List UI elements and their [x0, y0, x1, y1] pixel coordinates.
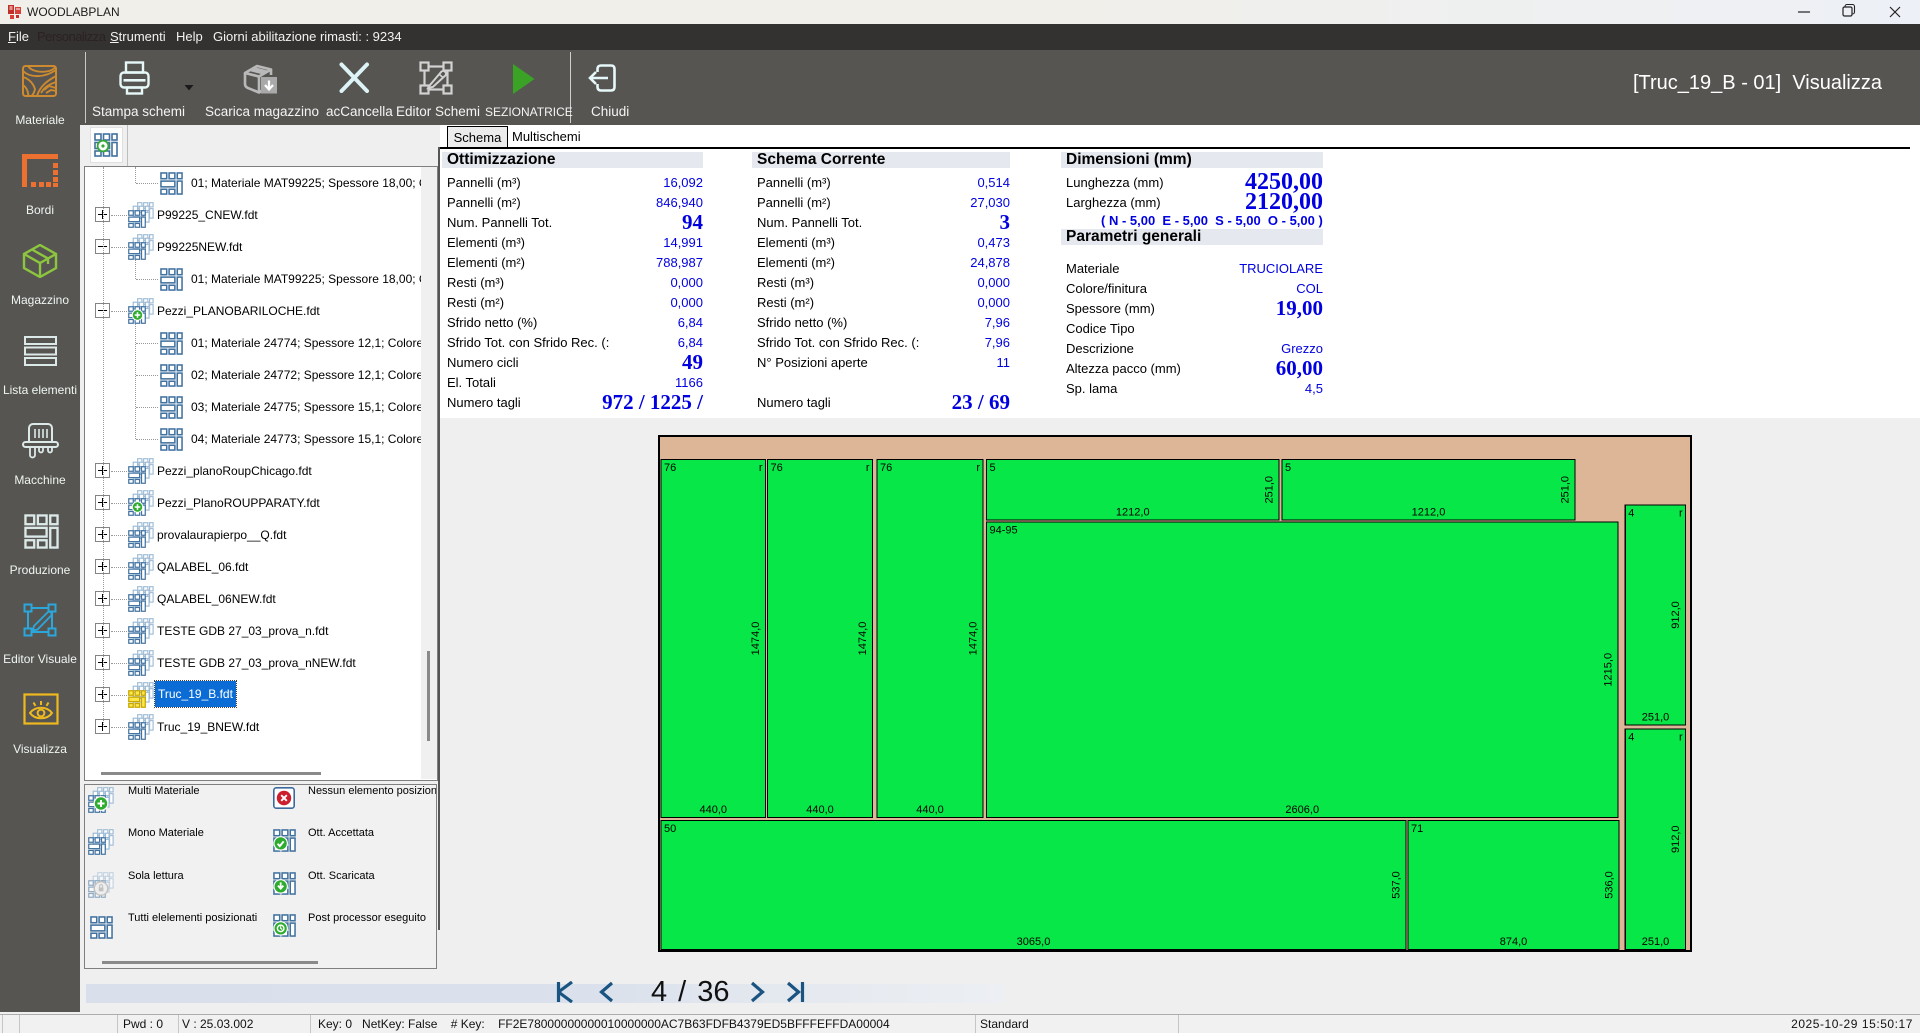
svg-text:r: r — [1679, 732, 1683, 744]
svg-text:3065,0: 3065,0 — [1017, 936, 1051, 948]
svg-text:r: r — [976, 462, 980, 474]
svg-text:440,0: 440,0 — [806, 804, 834, 816]
svg-text:76: 76 — [880, 462, 892, 474]
svg-text:874,0: 874,0 — [1500, 936, 1528, 948]
svg-text:5: 5 — [990, 462, 996, 474]
svg-text:5: 5 — [1285, 462, 1291, 474]
svg-text:1474,0: 1474,0 — [968, 622, 980, 656]
svg-text:76: 76 — [664, 462, 676, 474]
svg-text:50: 50 — [664, 823, 676, 835]
svg-text:440,0: 440,0 — [916, 804, 944, 816]
svg-text:94-95: 94-95 — [990, 525, 1018, 537]
svg-text:4: 4 — [1628, 732, 1634, 744]
svg-text:537,0: 537,0 — [1391, 871, 1403, 899]
svg-text:251,0: 251,0 — [1642, 712, 1670, 724]
svg-text:1212,0: 1212,0 — [1412, 507, 1446, 519]
svg-text:536,0: 536,0 — [1604, 871, 1616, 899]
svg-text:1474,0: 1474,0 — [750, 622, 762, 656]
svg-text:912,0: 912,0 — [1670, 601, 1682, 629]
svg-text:1474,0: 1474,0 — [857, 622, 869, 656]
svg-text:r: r — [866, 462, 870, 474]
svg-text:71: 71 — [1411, 823, 1423, 835]
svg-text:251,0: 251,0 — [1264, 476, 1276, 504]
svg-text:76: 76 — [771, 462, 783, 474]
svg-text:2606,0: 2606,0 — [1285, 804, 1319, 816]
svg-text:251,0: 251,0 — [1642, 936, 1670, 948]
svg-text:251,0: 251,0 — [1560, 476, 1572, 504]
svg-text:r: r — [759, 462, 763, 474]
svg-text:912,0: 912,0 — [1670, 825, 1682, 853]
svg-text:r: r — [1679, 508, 1683, 520]
svg-text:440,0: 440,0 — [699, 804, 727, 816]
svg-text:1215,0: 1215,0 — [1603, 653, 1615, 687]
svg-text:4: 4 — [1628, 508, 1634, 520]
svg-text:1212,0: 1212,0 — [1116, 507, 1150, 519]
